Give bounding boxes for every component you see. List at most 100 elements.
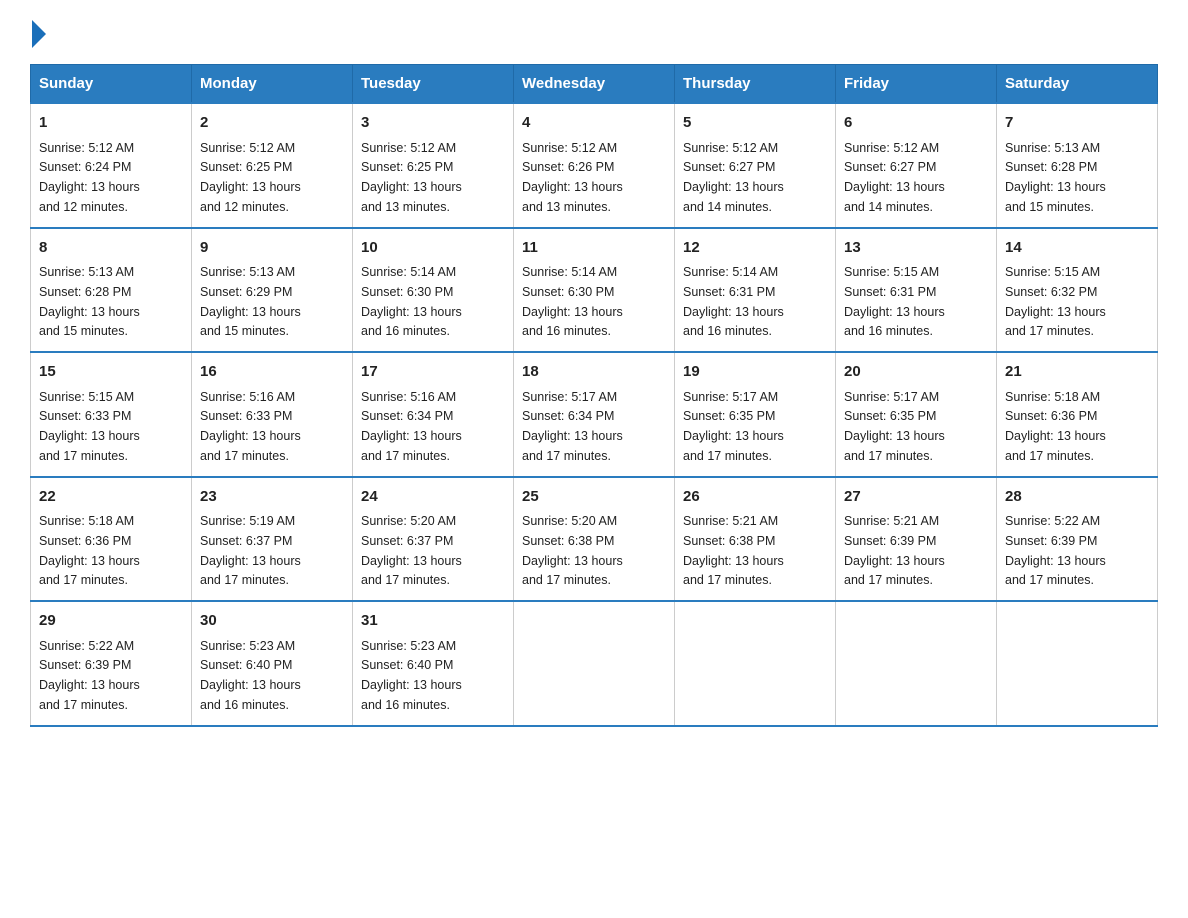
day-info: Sunrise: 5:23 AMSunset: 6:40 PMDaylight:… bbox=[361, 639, 462, 712]
day-number: 31 bbox=[361, 610, 505, 633]
day-number: 13 bbox=[844, 237, 988, 260]
weekday-header-row: SundayMondayTuesdayWednesdayThursdayFrid… bbox=[31, 65, 1158, 104]
calendar-week-row: 15 Sunrise: 5:15 AMSunset: 6:33 PMDaylig… bbox=[31, 352, 1158, 477]
calendar-cell bbox=[997, 601, 1158, 726]
logo-triangle-icon bbox=[32, 20, 46, 48]
calendar-table: SundayMondayTuesdayWednesdayThursdayFrid… bbox=[30, 64, 1158, 727]
page-header bbox=[30, 20, 1158, 44]
calendar-week-row: 22 Sunrise: 5:18 AMSunset: 6:36 PMDaylig… bbox=[31, 477, 1158, 602]
weekday-header-tuesday: Tuesday bbox=[353, 65, 514, 104]
day-info: Sunrise: 5:12 AMSunset: 6:25 PMDaylight:… bbox=[200, 141, 301, 214]
day-info: Sunrise: 5:18 AMSunset: 6:36 PMDaylight:… bbox=[39, 514, 140, 587]
calendar-cell: 26 Sunrise: 5:21 AMSunset: 6:38 PMDaylig… bbox=[675, 477, 836, 602]
day-info: Sunrise: 5:16 AMSunset: 6:33 PMDaylight:… bbox=[200, 390, 301, 463]
day-info: Sunrise: 5:22 AMSunset: 6:39 PMDaylight:… bbox=[1005, 514, 1106, 587]
calendar-cell bbox=[836, 601, 997, 726]
day-number: 27 bbox=[844, 486, 988, 509]
day-number: 6 bbox=[844, 112, 988, 135]
day-number: 15 bbox=[39, 361, 183, 384]
calendar-cell: 13 Sunrise: 5:15 AMSunset: 6:31 PMDaylig… bbox=[836, 228, 997, 353]
calendar-cell: 5 Sunrise: 5:12 AMSunset: 6:27 PMDayligh… bbox=[675, 103, 836, 228]
day-number: 1 bbox=[39, 112, 183, 135]
calendar-cell bbox=[675, 601, 836, 726]
day-info: Sunrise: 5:14 AMSunset: 6:30 PMDaylight:… bbox=[361, 265, 462, 338]
calendar-cell: 14 Sunrise: 5:15 AMSunset: 6:32 PMDaylig… bbox=[997, 228, 1158, 353]
logo bbox=[30, 20, 48, 44]
day-info: Sunrise: 5:22 AMSunset: 6:39 PMDaylight:… bbox=[39, 639, 140, 712]
calendar-cell: 27 Sunrise: 5:21 AMSunset: 6:39 PMDaylig… bbox=[836, 477, 997, 602]
day-info: Sunrise: 5:17 AMSunset: 6:35 PMDaylight:… bbox=[683, 390, 784, 463]
calendar-cell: 30 Sunrise: 5:23 AMSunset: 6:40 PMDaylig… bbox=[192, 601, 353, 726]
day-info: Sunrise: 5:15 AMSunset: 6:31 PMDaylight:… bbox=[844, 265, 945, 338]
day-number: 9 bbox=[200, 237, 344, 260]
weekday-header-sunday: Sunday bbox=[31, 65, 192, 104]
day-info: Sunrise: 5:16 AMSunset: 6:34 PMDaylight:… bbox=[361, 390, 462, 463]
calendar-cell: 12 Sunrise: 5:14 AMSunset: 6:31 PMDaylig… bbox=[675, 228, 836, 353]
day-number: 7 bbox=[1005, 112, 1149, 135]
day-number: 5 bbox=[683, 112, 827, 135]
day-number: 19 bbox=[683, 361, 827, 384]
day-number: 25 bbox=[522, 486, 666, 509]
day-info: Sunrise: 5:14 AMSunset: 6:30 PMDaylight:… bbox=[522, 265, 623, 338]
weekday-header-wednesday: Wednesday bbox=[514, 65, 675, 104]
day-number: 20 bbox=[844, 361, 988, 384]
day-info: Sunrise: 5:23 AMSunset: 6:40 PMDaylight:… bbox=[200, 639, 301, 712]
calendar-cell: 22 Sunrise: 5:18 AMSunset: 6:36 PMDaylig… bbox=[31, 477, 192, 602]
day-number: 11 bbox=[522, 237, 666, 260]
calendar-cell: 24 Sunrise: 5:20 AMSunset: 6:37 PMDaylig… bbox=[353, 477, 514, 602]
day-info: Sunrise: 5:18 AMSunset: 6:36 PMDaylight:… bbox=[1005, 390, 1106, 463]
day-info: Sunrise: 5:21 AMSunset: 6:38 PMDaylight:… bbox=[683, 514, 784, 587]
day-info: Sunrise: 5:20 AMSunset: 6:37 PMDaylight:… bbox=[361, 514, 462, 587]
day-number: 24 bbox=[361, 486, 505, 509]
calendar-cell: 2 Sunrise: 5:12 AMSunset: 6:25 PMDayligh… bbox=[192, 103, 353, 228]
day-info: Sunrise: 5:12 AMSunset: 6:24 PMDaylight:… bbox=[39, 141, 140, 214]
calendar-cell: 23 Sunrise: 5:19 AMSunset: 6:37 PMDaylig… bbox=[192, 477, 353, 602]
weekday-header-friday: Friday bbox=[836, 65, 997, 104]
day-number: 28 bbox=[1005, 486, 1149, 509]
day-number: 16 bbox=[200, 361, 344, 384]
day-info: Sunrise: 5:15 AMSunset: 6:33 PMDaylight:… bbox=[39, 390, 140, 463]
day-info: Sunrise: 5:14 AMSunset: 6:31 PMDaylight:… bbox=[683, 265, 784, 338]
day-number: 2 bbox=[200, 112, 344, 135]
calendar-cell: 10 Sunrise: 5:14 AMSunset: 6:30 PMDaylig… bbox=[353, 228, 514, 353]
day-info: Sunrise: 5:12 AMSunset: 6:27 PMDaylight:… bbox=[683, 141, 784, 214]
day-number: 12 bbox=[683, 237, 827, 260]
day-number: 21 bbox=[1005, 361, 1149, 384]
calendar-cell: 11 Sunrise: 5:14 AMSunset: 6:30 PMDaylig… bbox=[514, 228, 675, 353]
weekday-header-monday: Monday bbox=[192, 65, 353, 104]
calendar-cell: 8 Sunrise: 5:13 AMSunset: 6:28 PMDayligh… bbox=[31, 228, 192, 353]
day-info: Sunrise: 5:13 AMSunset: 6:28 PMDaylight:… bbox=[39, 265, 140, 338]
day-info: Sunrise: 5:12 AMSunset: 6:26 PMDaylight:… bbox=[522, 141, 623, 214]
day-number: 14 bbox=[1005, 237, 1149, 260]
calendar-cell bbox=[514, 601, 675, 726]
calendar-cell: 6 Sunrise: 5:12 AMSunset: 6:27 PMDayligh… bbox=[836, 103, 997, 228]
day-info: Sunrise: 5:17 AMSunset: 6:35 PMDaylight:… bbox=[844, 390, 945, 463]
day-info: Sunrise: 5:19 AMSunset: 6:37 PMDaylight:… bbox=[200, 514, 301, 587]
day-number: 30 bbox=[200, 610, 344, 633]
calendar-cell: 17 Sunrise: 5:16 AMSunset: 6:34 PMDaylig… bbox=[353, 352, 514, 477]
day-number: 3 bbox=[361, 112, 505, 135]
day-number: 29 bbox=[39, 610, 183, 633]
calendar-cell: 3 Sunrise: 5:12 AMSunset: 6:25 PMDayligh… bbox=[353, 103, 514, 228]
day-number: 10 bbox=[361, 237, 505, 260]
calendar-cell: 1 Sunrise: 5:12 AMSunset: 6:24 PMDayligh… bbox=[31, 103, 192, 228]
day-number: 18 bbox=[522, 361, 666, 384]
day-info: Sunrise: 5:17 AMSunset: 6:34 PMDaylight:… bbox=[522, 390, 623, 463]
calendar-cell: 16 Sunrise: 5:16 AMSunset: 6:33 PMDaylig… bbox=[192, 352, 353, 477]
calendar-cell: 25 Sunrise: 5:20 AMSunset: 6:38 PMDaylig… bbox=[514, 477, 675, 602]
calendar-week-row: 29 Sunrise: 5:22 AMSunset: 6:39 PMDaylig… bbox=[31, 601, 1158, 726]
day-info: Sunrise: 5:15 AMSunset: 6:32 PMDaylight:… bbox=[1005, 265, 1106, 338]
weekday-header-thursday: Thursday bbox=[675, 65, 836, 104]
calendar-cell: 31 Sunrise: 5:23 AMSunset: 6:40 PMDaylig… bbox=[353, 601, 514, 726]
calendar-cell: 28 Sunrise: 5:22 AMSunset: 6:39 PMDaylig… bbox=[997, 477, 1158, 602]
calendar-cell: 7 Sunrise: 5:13 AMSunset: 6:28 PMDayligh… bbox=[997, 103, 1158, 228]
day-number: 22 bbox=[39, 486, 183, 509]
calendar-cell: 9 Sunrise: 5:13 AMSunset: 6:29 PMDayligh… bbox=[192, 228, 353, 353]
calendar-cell: 21 Sunrise: 5:18 AMSunset: 6:36 PMDaylig… bbox=[997, 352, 1158, 477]
day-number: 4 bbox=[522, 112, 666, 135]
calendar-week-row: 1 Sunrise: 5:12 AMSunset: 6:24 PMDayligh… bbox=[31, 103, 1158, 228]
calendar-cell: 20 Sunrise: 5:17 AMSunset: 6:35 PMDaylig… bbox=[836, 352, 997, 477]
day-info: Sunrise: 5:20 AMSunset: 6:38 PMDaylight:… bbox=[522, 514, 623, 587]
day-info: Sunrise: 5:12 AMSunset: 6:27 PMDaylight:… bbox=[844, 141, 945, 214]
day-number: 8 bbox=[39, 237, 183, 260]
